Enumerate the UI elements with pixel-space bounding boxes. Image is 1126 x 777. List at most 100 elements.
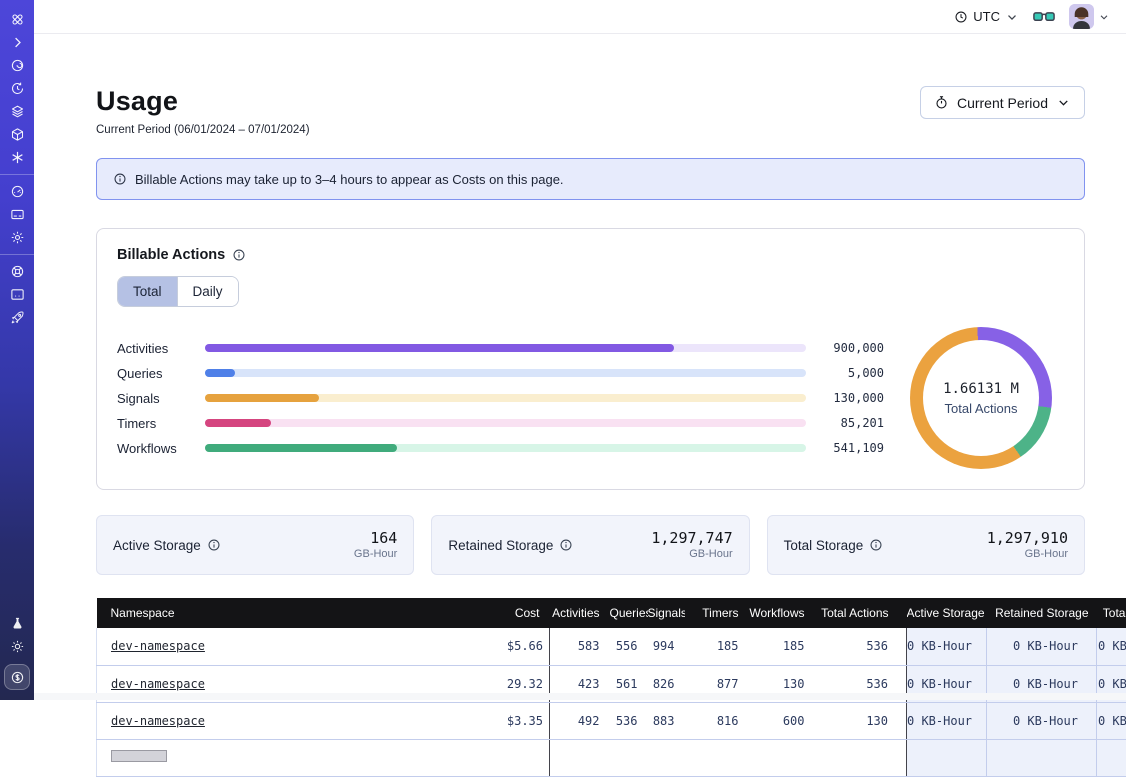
page-subtitle: Current Period (06/01/2024 – 07/01/2024) bbox=[96, 124, 310, 136]
bar-track bbox=[205, 369, 806, 377]
nexus-asterisk-icon[interactable] bbox=[3, 146, 31, 169]
expand-sidebar-icon[interactable] bbox=[3, 31, 31, 54]
info-icon bbox=[113, 172, 127, 186]
stat-label: Active Storage bbox=[113, 538, 221, 553]
signals-cell: 994 bbox=[648, 628, 685, 665]
tab-daily[interactable]: Daily bbox=[177, 277, 238, 306]
stat-value: 1,297,747 bbox=[651, 529, 732, 548]
stat-value: 164 bbox=[354, 529, 397, 548]
signals-cell: 883 bbox=[648, 702, 685, 739]
theme-sun-icon[interactable] bbox=[3, 635, 31, 658]
stat-label: Retained Storage bbox=[448, 538, 573, 553]
activities-cell: 492 bbox=[550, 702, 610, 739]
timers-cell: 185 bbox=[685, 628, 749, 665]
col-header-retained-storage: Retained Storage bbox=[987, 598, 1097, 628]
info-icon[interactable] bbox=[207, 538, 221, 552]
bar-track bbox=[205, 394, 806, 402]
table-row: dev-namespace$5.665835569941851855360 KB… bbox=[97, 628, 1126, 665]
partial-cell bbox=[685, 739, 749, 776]
page-title: Usage bbox=[96, 86, 310, 117]
namespace-table-wrap: NamespaceCostActivitiesQueriesSignalsTim… bbox=[96, 598, 1085, 777]
main-content: Usage Current Period (06/01/2024 – 07/01… bbox=[34, 34, 1126, 777]
bar-track bbox=[205, 419, 806, 427]
bar-fill bbox=[205, 394, 319, 402]
stopwatch-icon bbox=[934, 95, 949, 110]
info-icon[interactable] bbox=[232, 248, 246, 262]
col-header-active-storage: Active Storage bbox=[907, 598, 987, 628]
namespace-table: NamespaceCostActivitiesQueriesSignalsTim… bbox=[96, 598, 1126, 777]
bar-row-timers: Timers85,201 bbox=[117, 419, 884, 427]
active-storage-card: Active Storage164GB-Hour bbox=[96, 515, 414, 575]
col-header-total-actions: Total Actions bbox=[815, 598, 907, 628]
namespaces-icon[interactable] bbox=[3, 54, 31, 77]
period-selector-button[interactable]: Current Period bbox=[920, 86, 1085, 119]
retained-storage-card: Retained Storage1,297,747GB-Hour bbox=[431, 515, 749, 575]
bar-track bbox=[205, 444, 806, 452]
namespace-link-highlight[interactable] bbox=[111, 750, 167, 762]
bar-label: Workflows bbox=[117, 441, 191, 456]
usage-cost-active-item[interactable] bbox=[4, 664, 30, 690]
chevron-down-icon bbox=[1098, 11, 1110, 23]
info-icon[interactable] bbox=[869, 538, 883, 552]
info-icon[interactable] bbox=[559, 538, 573, 552]
bar-value: 85,201 bbox=[818, 416, 884, 430]
donut-total-label: Total Actions bbox=[945, 401, 1018, 416]
col-header-workflows: Workflows bbox=[749, 598, 815, 628]
partial-cell bbox=[749, 739, 815, 776]
settings-gear-icon[interactable] bbox=[3, 226, 31, 249]
namespace-link[interactable]: dev-namespace bbox=[111, 714, 205, 728]
col-header-signals: Signals bbox=[648, 598, 685, 628]
total-storage-card: Total Storage1,297,910GB-Hour bbox=[767, 515, 1085, 575]
schedules-icon[interactable] bbox=[3, 77, 31, 100]
cost-cell: $3.35 bbox=[407, 702, 550, 739]
info-banner: Billable Actions may take up to 3–4 hour… bbox=[96, 158, 1085, 200]
donut-center: 1.66131 M Total Actions bbox=[923, 340, 1039, 456]
clock-icon bbox=[954, 10, 968, 24]
temporal-logo-icon[interactable] bbox=[3, 8, 31, 31]
bar-row-queries: Queries5,000 bbox=[117, 369, 884, 377]
active-storage-cell: 0 KB-Hour bbox=[907, 702, 987, 739]
table-row-partial bbox=[97, 739, 1126, 776]
timezone-selector[interactable]: UTC bbox=[954, 9, 1019, 24]
stat-unit: GB-Hour bbox=[987, 548, 1068, 562]
bar-fill bbox=[205, 444, 397, 452]
col-header-timers: Timers bbox=[685, 598, 749, 628]
storage-cards: Active Storage 164 GB-Hour Retained Storage… bbox=[96, 515, 1085, 575]
feedback-terminal-icon[interactable] bbox=[3, 283, 31, 306]
namespace-link[interactable]: dev-namespace bbox=[111, 639, 205, 653]
timers-cell: 816 bbox=[685, 702, 749, 739]
bar-value: 900,000 bbox=[818, 341, 884, 355]
retained-storage-cell: 0 KB-Hour bbox=[987, 628, 1097, 665]
col-header-cost: Cost bbox=[407, 598, 550, 628]
bar-fill bbox=[205, 344, 674, 352]
total-actions-cell: 536 bbox=[815, 628, 907, 665]
dev-mode-glasses-icon[interactable] bbox=[1033, 9, 1055, 25]
bar-row-activities: Activities900,000 bbox=[117, 344, 884, 352]
workflows-cell: 600 bbox=[749, 702, 815, 739]
layers-icon[interactable] bbox=[3, 100, 31, 123]
period-button-label: Current Period bbox=[957, 95, 1048, 111]
support-lifebuoy-icon[interactable] bbox=[3, 260, 31, 283]
stat-value: 1,297,910 bbox=[987, 529, 1068, 548]
bar-row-workflows: Workflows541,109 bbox=[117, 444, 884, 452]
partial-cell bbox=[987, 739, 1097, 776]
partial-cell bbox=[1097, 739, 1126, 776]
bar-label: Queries bbox=[117, 366, 191, 381]
total-actions-cell: 130 bbox=[815, 702, 907, 739]
namespace-link[interactable]: dev-namespace bbox=[111, 677, 205, 691]
bar-value: 5,000 bbox=[818, 366, 884, 380]
cost-cell: $5.66 bbox=[407, 628, 550, 665]
chevron-down-icon bbox=[1056, 95, 1071, 110]
bar-label: Activities bbox=[117, 341, 191, 356]
queries-cell: 556 bbox=[610, 628, 648, 665]
billing-card-icon[interactable] bbox=[3, 203, 31, 226]
labs-flask-icon[interactable] bbox=[3, 612, 31, 635]
deployments-cube-icon[interactable] bbox=[3, 123, 31, 146]
getting-started-rocket-icon[interactable] bbox=[3, 306, 31, 329]
sidebar bbox=[0, 0, 34, 700]
user-menu[interactable] bbox=[1069, 4, 1110, 29]
dollar-coin-icon bbox=[10, 670, 25, 685]
tab-total[interactable]: Total bbox=[118, 277, 177, 306]
usage-gauge-icon[interactable] bbox=[3, 180, 31, 203]
donut-chart: 1.66131 M Total Actions bbox=[910, 327, 1052, 469]
